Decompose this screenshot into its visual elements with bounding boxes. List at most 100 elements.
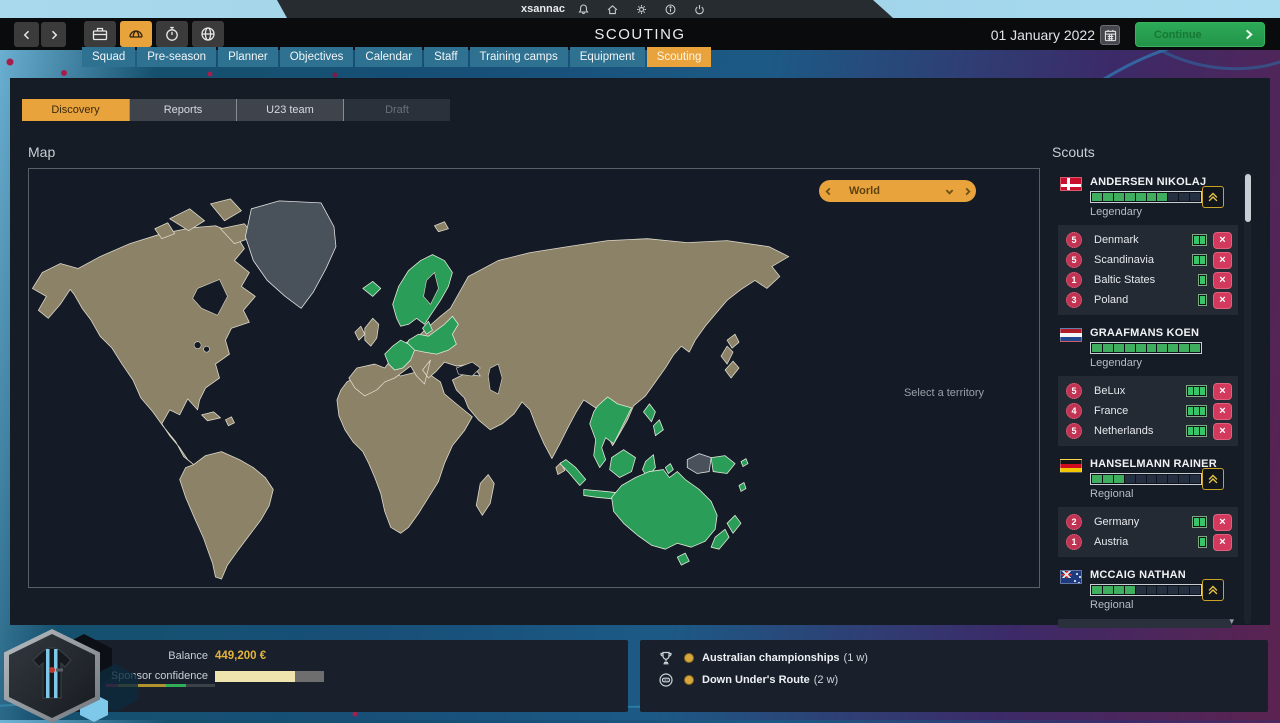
current-date: 01 January 2022	[955, 27, 1095, 43]
trophy-icon	[656, 648, 676, 668]
territory-level-indicator	[1186, 385, 1207, 397]
scout-skill-bar	[1090, 584, 1202, 596]
management-helmet-tab-icon[interactable]	[120, 21, 152, 47]
territory-name: France	[1094, 405, 1186, 417]
event-name: Australian championships	[702, 652, 840, 664]
scrollbar-thumb[interactable]	[1245, 174, 1251, 222]
territory-count-badge: 3	[1066, 292, 1082, 308]
region-papua-new-guinea[interactable]	[711, 456, 735, 474]
scout-card: MCCAIG NATHAN Regional	[1052, 563, 1238, 615]
top-strip: xsannac	[0, 0, 1280, 18]
promote-scout-button[interactable]	[1202, 468, 1224, 490]
club-jersey-icon	[27, 646, 77, 706]
event-duration: (2 w)	[814, 674, 838, 686]
remove-territory-button[interactable]: ×	[1213, 423, 1232, 440]
tab-u23-team[interactable]: U23 team	[236, 99, 343, 121]
region-prev-icon[interactable]	[819, 187, 837, 196]
info-icon[interactable]	[663, 2, 677, 16]
territory-level-indicator	[1192, 234, 1207, 246]
main-nav-bar: SCOUTING 01 January 2022 Continue	[0, 18, 1280, 50]
stopwatch-tab-icon[interactable]	[156, 21, 188, 47]
globe-tab-icon[interactable]	[192, 21, 224, 47]
territory-group: 2 Germany × 1 Austria ×	[1058, 507, 1238, 557]
territory-count-badge: 5	[1066, 232, 1082, 248]
region-australia[interactable]	[612, 470, 717, 550]
scout-card: HANSELMANN RAINER Regional 2 Germany × 1	[1052, 452, 1238, 557]
settings-gear-icon[interactable]	[634, 2, 648, 16]
promote-scout-button[interactable]	[1202, 579, 1224, 601]
subnav-objectives[interactable]: Objectives	[280, 47, 354, 67]
territory-level-indicator	[1192, 516, 1207, 528]
region-madagascar[interactable]	[476, 475, 494, 516]
territory-group: 5 Denmark × 5 Scandinavia × 1 Baltic Sta…	[1058, 225, 1238, 315]
remove-territory-button[interactable]: ×	[1213, 514, 1232, 531]
region-dropdown-chevron-icon[interactable]	[940, 187, 958, 196]
region-selector-dropdown[interactable]: World	[819, 180, 976, 202]
scout-list-scroll-down[interactable]: ▾	[1058, 619, 1232, 628]
remove-territory-button[interactable]: ×	[1213, 272, 1232, 289]
tab-reports[interactable]: Reports	[129, 99, 236, 121]
territory-count-badge: 2	[1066, 514, 1082, 530]
scout-list: ANDERSEN NIKOLAJ Legendary 5 Denmark × 5	[1052, 170, 1238, 628]
territory-count-badge: 5	[1066, 383, 1082, 399]
world-map-box: World Select a territory	[28, 168, 1040, 588]
subnav-equipment[interactable]: Equipment	[570, 47, 645, 67]
region-central-europe[interactable]	[407, 316, 459, 354]
promote-scout-button[interactable]	[1202, 186, 1224, 208]
scout-card: ANDERSEN NIKOLAJ Legendary 5 Denmark × 5	[1052, 170, 1238, 315]
scout-list-scrollbar[interactable]	[1244, 172, 1251, 624]
continue-button[interactable]: Continue	[1135, 22, 1265, 47]
tab-discovery[interactable]: Discovery	[22, 99, 129, 121]
region-japan[interactable]	[727, 334, 739, 348]
event-status-dot	[684, 675, 694, 685]
notifications-bell-icon[interactable]	[576, 2, 590, 16]
remove-territory-button[interactable]: ×	[1213, 292, 1232, 309]
territory-level-indicator	[1192, 254, 1207, 266]
home-icon[interactable]	[605, 2, 619, 16]
subnav-training-camps[interactable]: Training camps	[470, 47, 568, 67]
region-west-papua[interactable]	[687, 454, 711, 474]
event-duration: (1 w)	[844, 652, 868, 664]
territory-name: Austria	[1094, 536, 1198, 548]
world-map[interactable]	[29, 169, 1039, 587]
section-tabs: Squad Pre-season Planner Objectives Cale…	[82, 47, 711, 67]
subnav-squad[interactable]: Squad	[82, 47, 135, 67]
scouting-tabs: Discovery Reports U23 team Draft	[22, 99, 450, 121]
forward-button[interactable]	[41, 22, 66, 47]
region-africa[interactable]	[337, 370, 472, 533]
back-button[interactable]	[14, 22, 39, 47]
region-next-icon[interactable]	[958, 187, 976, 196]
subnav-staff[interactable]: Staff	[424, 47, 467, 67]
territory-name: Germany	[1094, 516, 1192, 528]
stage-race-icon	[656, 670, 676, 690]
region-north-america[interactable]	[32, 226, 255, 465]
continue-label: Continue	[1154, 29, 1202, 41]
region-uk[interactable]	[365, 318, 379, 346]
region-selector-label: World	[849, 185, 940, 197]
subnav-planner[interactable]: Planner	[218, 47, 278, 67]
remove-territory-button[interactable]: ×	[1213, 252, 1232, 269]
territory-name: Netherlands	[1094, 425, 1186, 437]
region-iceland[interactable]	[363, 281, 381, 296]
remove-territory-button[interactable]: ×	[1213, 534, 1232, 551]
territory-level-indicator	[1198, 274, 1207, 286]
power-icon[interactable]	[692, 2, 706, 16]
subnav-pre-season[interactable]: Pre-season	[137, 47, 216, 67]
scout-tier: Legendary	[1090, 357, 1238, 369]
region-greenland[interactable]	[245, 201, 336, 308]
team-briefcase-tab-icon[interactable]	[84, 21, 116, 47]
calendar-icon[interactable]	[1100, 25, 1120, 45]
subnav-scouting[interactable]: Scouting	[647, 47, 712, 67]
flag-germany-icon	[1060, 459, 1082, 473]
remove-territory-button[interactable]: ×	[1213, 383, 1232, 400]
event-row[interactable]: Down Under's Route (2 w)	[640, 670, 1268, 690]
page-title: SCOUTING	[540, 26, 740, 43]
territory-row: 1 Austria ×	[1058, 532, 1232, 552]
subnav-calendar[interactable]: Calendar	[355, 47, 422, 67]
event-row[interactable]: Australian championships (1 w)	[640, 648, 1268, 668]
remove-territory-button[interactable]: ×	[1213, 403, 1232, 420]
territory-level-indicator	[1186, 425, 1207, 437]
region-south-america[interactable]	[180, 452, 274, 579]
region-philippines[interactable]	[643, 404, 663, 436]
remove-territory-button[interactable]: ×	[1213, 232, 1232, 249]
